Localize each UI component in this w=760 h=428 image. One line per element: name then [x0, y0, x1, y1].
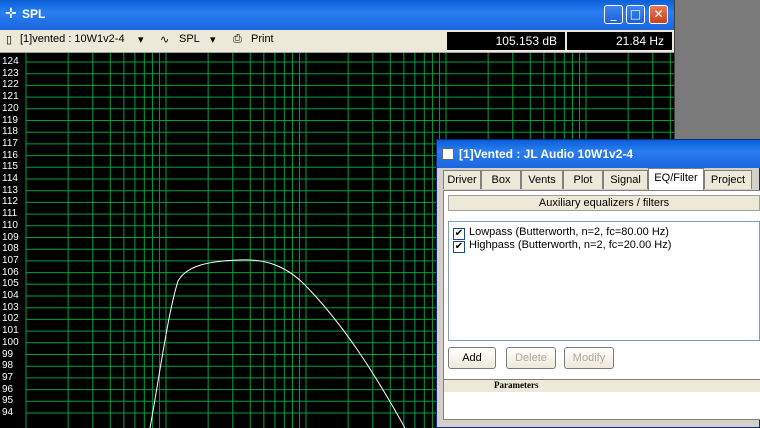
dialog-titlebar[interactable]: [1]Vented : JL Audio 10W1v2-4 [437, 140, 760, 168]
tab-eq-filter[interactable]: EQ/Filter [648, 168, 704, 190]
document-icon: ▯ [6, 34, 13, 46]
db-readout: 105.153 dB [447, 32, 565, 50]
chevron-down-icon[interactable]: ▾ [210, 33, 216, 46]
modify-button[interactable]: Modify [564, 347, 614, 369]
hz-readout: 21.84 Hz [567, 32, 672, 50]
parameters-label: Parameters [494, 380, 539, 390]
tab-signal[interactable]: Signal [603, 170, 648, 189]
toolbar: ▯ [1]vented : 10W1v2-4 ▾ ∿ SPL ▾ ⎙ Print… [0, 30, 674, 53]
tab-box[interactable]: Box [481, 170, 521, 189]
chevron-down-icon[interactable]: ▾ [138, 33, 144, 46]
plot-mode-select[interactable]: SPL [179, 33, 200, 45]
tab-plot[interactable]: Plot [563, 170, 603, 189]
spl-titlebar[interactable]: ✛ SPL _ □ ✕ [0, 0, 674, 30]
dialog-title: [1]Vented : JL Audio 10W1v2-4 [459, 147, 634, 161]
list-item[interactable]: ✔ Highpass (Butterworth, n=2, fc=20.00 Hz… [453, 239, 672, 253]
spl-curve [149, 259, 406, 428]
window-title: SPL [22, 7, 46, 21]
filter-label: Highpass (Butterworth, n=2, fc=20.00 Hz) [469, 239, 672, 251]
app-icon [442, 148, 454, 160]
close-button[interactable]: ✕ [649, 5, 668, 24]
parameters-bar[interactable]: Parameters [444, 379, 760, 392]
section-header: Auxiliary equalizers / filters [448, 195, 760, 211]
tab-driver[interactable]: Driver [443, 170, 481, 189]
waveform-icon: ∿ [160, 34, 170, 46]
minimize-button[interactable]: _ [604, 5, 623, 24]
printer-icon: ⎙ [233, 33, 242, 45]
eq-filter-panel: Auxiliary equalizers / filters ✔ Lowpass … [443, 190, 760, 420]
list-item[interactable]: ✔ Lowpass (Butterworth, n=2, fc=80.00 Hz) [453, 226, 669, 240]
add-button[interactable]: Add [448, 347, 496, 369]
filter-label: Lowpass (Butterworth, n=2, fc=80.00 Hz) [469, 226, 669, 238]
maximize-button[interactable]: □ [626, 5, 645, 24]
plus-cross-icon: ✛ [5, 6, 17, 22]
tab-vents[interactable]: Vents [521, 170, 563, 189]
delete-button[interactable]: Delete [506, 347, 556, 369]
checkbox[interactable]: ✔ [453, 241, 465, 253]
filter-list[interactable]: ✔ Lowpass (Butterworth, n=2, fc=80.00 Hz)… [448, 221, 760, 341]
driver-dialog: [1]Vented : JL Audio 10W1v2-4 Driver Box… [436, 139, 760, 428]
tab-project[interactable]: Project [704, 170, 752, 189]
driver-select[interactable]: [1]vented : 10W1v2-4 [20, 33, 125, 45]
print-button[interactable]: Print [251, 33, 274, 45]
